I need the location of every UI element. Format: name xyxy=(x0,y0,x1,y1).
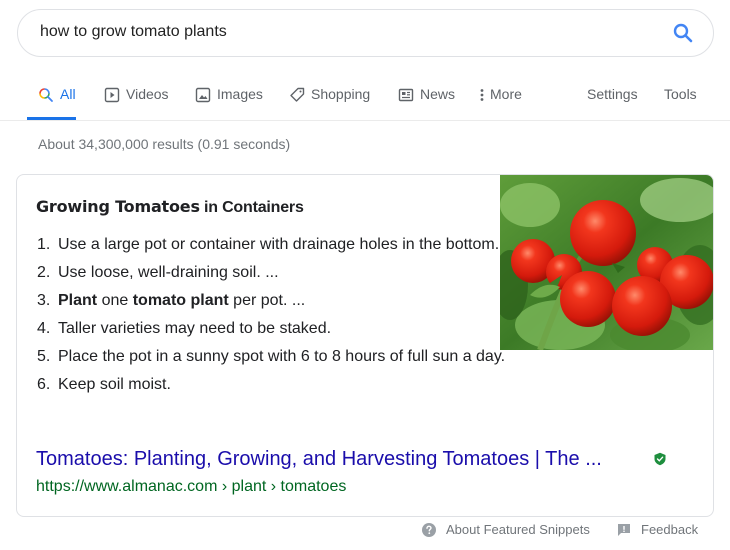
step-text: Place the pot in a sunny spot with 6 to … xyxy=(58,348,506,365)
tabs-divider xyxy=(0,120,730,121)
video-play-icon xyxy=(104,87,120,103)
about-featured-snippets-label: About Featured Snippets xyxy=(446,522,590,537)
image-icon xyxy=(195,87,211,103)
list-item: 2. Use loose, well-draining soil. ... xyxy=(37,261,507,285)
snippet-footer: About Featured Snippets Feedback xyxy=(0,522,730,542)
newspaper-icon xyxy=(398,87,414,103)
step-text: Plant one tomato plant per pot. ... xyxy=(58,289,507,313)
list-item: 4. Taller varieties may need to be stake… xyxy=(37,317,507,341)
list-item: 1. Use a large pot or container with dra… xyxy=(37,233,507,257)
step-text-plain: one xyxy=(97,292,133,309)
snippet-steps-list: 1. Use a large pot or container with dra… xyxy=(37,233,507,401)
feedback-label: Feedback xyxy=(641,522,699,537)
step-text-bold: Plant xyxy=(58,292,98,309)
verified-shield-icon xyxy=(653,452,667,466)
tomato-image xyxy=(492,175,713,353)
tab-images-label: Images xyxy=(217,86,263,102)
step-number: 2. xyxy=(37,264,51,281)
tab-news[interactable]: News xyxy=(398,76,455,120)
snippet-title-rest: in Containers xyxy=(199,199,304,216)
about-featured-snippets-link[interactable]: About Featured Snippets xyxy=(422,522,590,537)
step-text: Taller varieties may need to be staked. xyxy=(58,320,332,337)
search-color-icon xyxy=(38,87,54,103)
step-text-bold: tomato plant xyxy=(132,292,229,309)
tab-images[interactable]: Images xyxy=(195,76,263,120)
help-circle-icon xyxy=(422,522,436,537)
settings-label: Settings xyxy=(587,86,638,102)
tools-label: Tools xyxy=(664,86,697,102)
search-button[interactable] xyxy=(671,21,695,45)
result-title-link[interactable]: Tomatoes: Planting, Growing, and Harvest… xyxy=(36,446,602,472)
result-stats: About 34,300,000 results (0.91 seconds) xyxy=(38,136,291,152)
step-text: Use a large pot or container with draina… xyxy=(58,236,500,253)
tools-link[interactable]: Tools xyxy=(664,76,697,120)
step-text-plain: per pot. ... xyxy=(228,292,306,309)
tab-videos-label: Videos xyxy=(126,86,169,102)
step-number: 1. xyxy=(37,236,51,253)
search-box[interactable]: how to grow tomato plants xyxy=(17,9,714,57)
list-item: 5. Place the pot in a sunny spot with 6 … xyxy=(37,345,507,369)
result-url: https://www.almanac.com › plant › tomato… xyxy=(36,478,347,495)
tab-all-label: All xyxy=(60,86,76,102)
snippet-title: Growing Tomatoes in Containers xyxy=(36,197,304,217)
step-text: Keep soil moist. xyxy=(58,376,171,393)
search-tabs: All Videos Images Shopping News More Set… xyxy=(0,76,730,120)
tab-shopping[interactable]: Shopping xyxy=(289,76,370,120)
step-text: Use loose, well-draining soil. ... xyxy=(58,264,279,281)
step-number: 6. xyxy=(37,376,51,393)
more-vertical-icon xyxy=(478,87,486,103)
tab-more-label: More xyxy=(490,86,522,102)
snippet-thumbnail[interactable] xyxy=(492,175,713,353)
tag-icon xyxy=(289,87,305,103)
tab-videos[interactable]: Videos xyxy=(104,76,169,120)
feedback-link[interactable]: Feedback xyxy=(617,522,698,537)
tab-all[interactable]: All xyxy=(38,76,76,120)
list-item: 6. Keep soil moist. xyxy=(37,373,507,397)
search-icon xyxy=(673,23,693,43)
list-item: 3. Plant one tomato plant per pot. ... xyxy=(37,289,507,313)
feedback-icon xyxy=(617,523,631,537)
step-number: 5. xyxy=(37,348,51,365)
tab-more[interactable]: More xyxy=(478,76,522,120)
tab-shopping-label: Shopping xyxy=(311,86,371,102)
snippet-title-bold: Growing Tomatoes xyxy=(36,197,200,216)
step-number: 4. xyxy=(37,320,51,337)
tab-news-label: News xyxy=(420,86,456,102)
step-number: 3. xyxy=(37,292,51,309)
search-input[interactable]: how to grow tomato plants xyxy=(40,23,227,41)
featured-snippet-card: Growing Tomatoes in Containers 1. Use a … xyxy=(16,174,714,517)
settings-link[interactable]: Settings xyxy=(587,76,638,120)
